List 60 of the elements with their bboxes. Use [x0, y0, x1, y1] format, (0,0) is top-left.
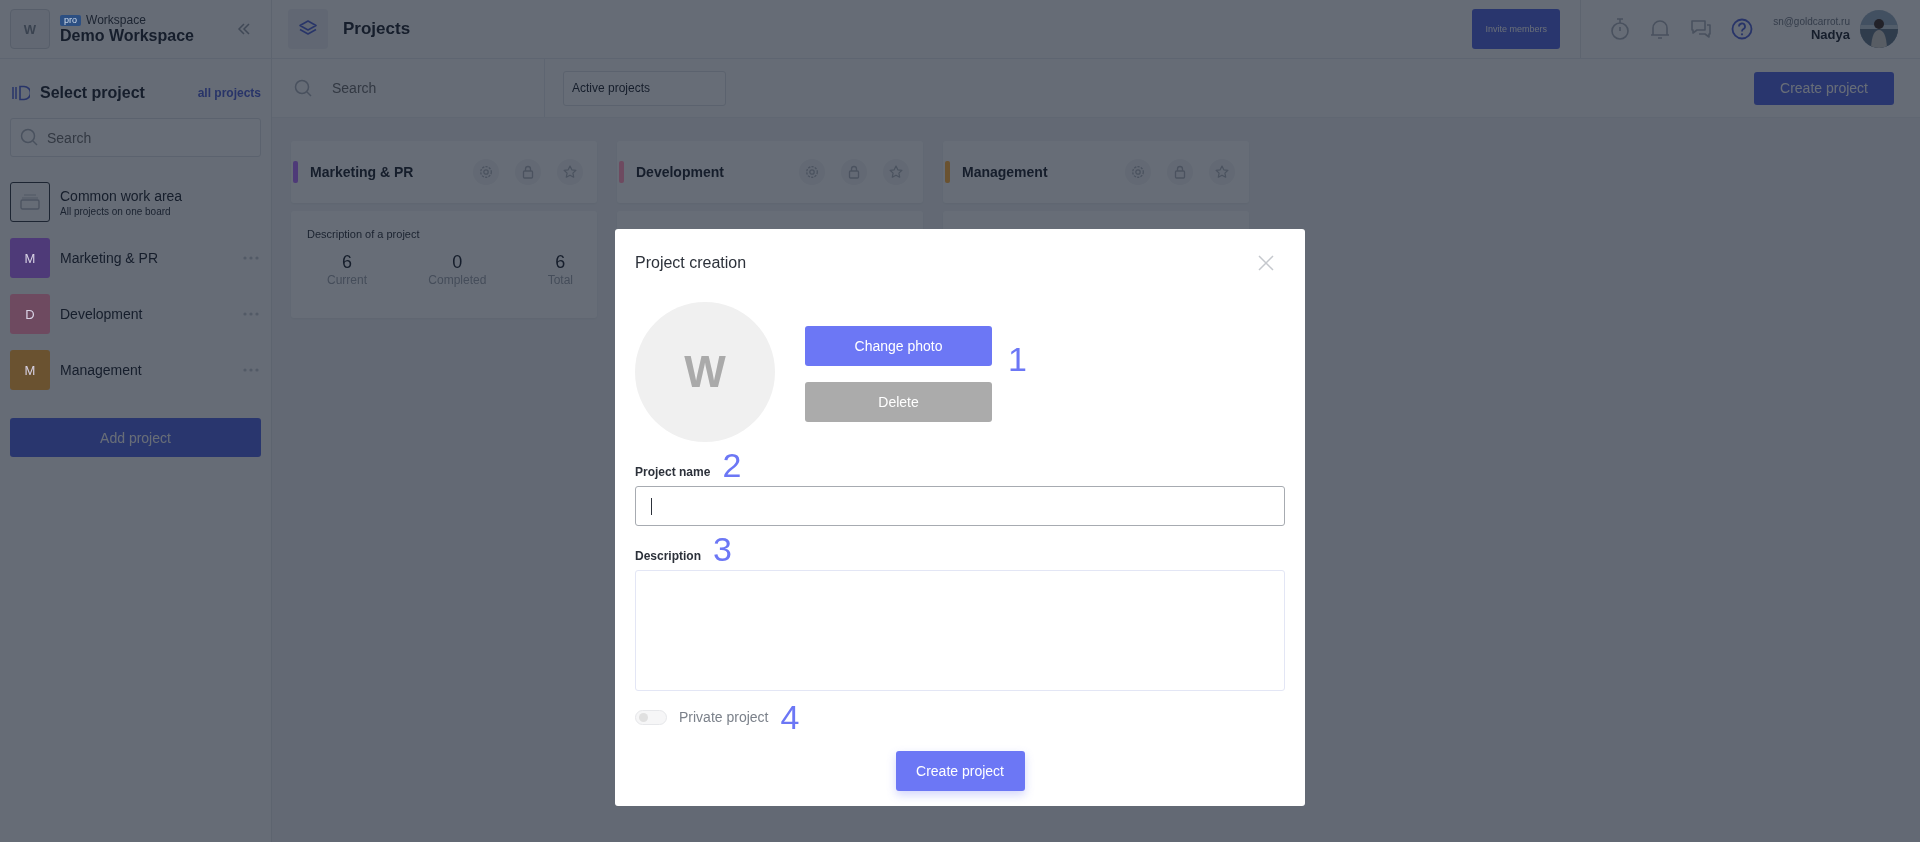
settings-icon[interactable]: [473, 159, 499, 185]
project-name-field[interactable]: [635, 486, 1285, 526]
private-toggle[interactable]: [635, 709, 667, 725]
item-subtitle: All projects on one board: [60, 205, 172, 217]
stat-value: 0: [452, 252, 463, 273]
item-name: Development: [60, 306, 144, 322]
text-cursor: [651, 497, 652, 515]
step-number: 2: [722, 448, 742, 482]
project-list-item[interactable]: M Marketing & PR: [10, 238, 261, 278]
project-avatar: W: [635, 302, 775, 442]
step-number: 1: [1008, 342, 1027, 376]
stat-value: 6: [555, 252, 566, 273]
collapse-icon[interactable]: [237, 22, 251, 36]
field-label: Description: [635, 549, 701, 565]
chat-icon[interactable]: [1689, 18, 1714, 40]
settings-icon[interactable]: [799, 159, 825, 185]
description-field[interactable]: [635, 570, 1285, 691]
page-title: Projects: [343, 19, 411, 39]
panel-icon: [12, 85, 30, 101]
lock-icon[interactable]: [841, 159, 867, 185]
step-number: 3: [713, 532, 732, 566]
plan-badge: pro: [60, 14, 81, 26]
step-number: 4: [780, 700, 800, 734]
project-description: Description of a project: [307, 228, 421, 240]
lock-icon[interactable]: [1167, 159, 1193, 185]
item-name: Marketing & PR: [60, 250, 160, 266]
field-label: Project name: [635, 465, 711, 481]
close-icon[interactable]: [1258, 255, 1274, 271]
settings-icon[interactable]: [1125, 159, 1151, 185]
workspace-name: Demo Workspace: [60, 27, 195, 45]
sidebar-title: Select project: [40, 84, 146, 102]
project-name: Marketing & PR: [310, 164, 414, 180]
user-name: Nadya: [1810, 27, 1850, 42]
layers-icon: [288, 9, 328, 49]
project-list-item[interactable]: M Management: [10, 350, 261, 390]
project-list-item[interactable]: D Development: [10, 294, 261, 334]
toggle-label: Private project: [679, 709, 769, 725]
delete-button[interactable]: Delete: [805, 382, 992, 422]
board-icon: [10, 182, 50, 222]
project-avatar: M: [10, 350, 50, 390]
create-project-button[interactable]: Create project: [895, 751, 1025, 791]
stopwatch-icon[interactable]: [1609, 17, 1632, 41]
project-avatar: M: [10, 238, 50, 278]
item-name: Management: [60, 362, 143, 378]
project-name: Development: [636, 164, 724, 180]
bell-icon[interactable]: [1649, 17, 1672, 41]
dialog-title: Project creation: [635, 254, 747, 272]
workspace-label: Workspace: [86, 13, 146, 27]
change-photo-button[interactable]: Change photo: [805, 326, 992, 366]
search-icon: [20, 128, 38, 146]
project-list-item[interactable]: Common work area All projects on one board: [10, 182, 261, 222]
project-name: Management: [962, 164, 1048, 180]
lock-icon[interactable]: [515, 159, 541, 185]
stat-value: 6: [342, 252, 352, 273]
all-projects-link[interactable]: all projects: [197, 86, 261, 100]
project-filter-select[interactable]: Active projects: [563, 70, 726, 106]
project-avatar: D: [10, 294, 50, 334]
search-icon: [294, 79, 312, 97]
item-name: Common work area: [60, 187, 183, 204]
help-icon[interactable]: [1731, 18, 1754, 40]
